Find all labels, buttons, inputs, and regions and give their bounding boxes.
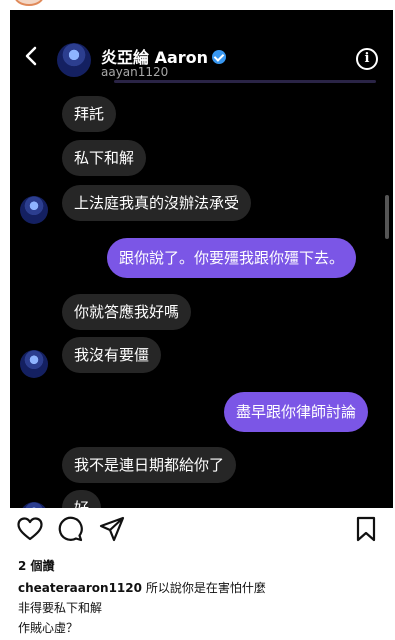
top-strip — [0, 0, 395, 8]
post-caption: cheateraaron1120 所以說你是在害怕什麼 非得要私下和解 作賊心虛… — [18, 578, 388, 638]
share-icon[interactable] — [98, 515, 126, 543]
message-outgoing[interactable]: 跟你說了。你要殭我跟你殭下去。 — [107, 238, 357, 278]
bookmark-icon[interactable] — [352, 515, 380, 543]
message-incoming[interactable]: 拜託 — [62, 96, 117, 132]
scrollbar[interactable] — [385, 195, 389, 239]
contact-avatar[interactable] — [57, 43, 91, 77]
contact-avatar-small — [20, 196, 48, 224]
contact-avatar-small — [20, 350, 48, 378]
caption-username[interactable]: cheateraaron1120 — [18, 581, 142, 595]
message-outgoing[interactable]: 盡早跟你律師討論 — [224, 392, 369, 432]
chat-header: 炎亞綸 Aaron aayan1120 i — [10, 20, 393, 80]
like-count[interactable]: 2 個讚 — [18, 557, 55, 574]
heart-icon[interactable] — [16, 515, 44, 543]
caption-text: 非得要私下和解 — [18, 601, 103, 615]
info-icon[interactable]: i — [356, 48, 378, 70]
verified-badge-icon — [212, 50, 227, 64]
message-incoming[interactable]: 上法庭我真的沒辦法承受 — [62, 185, 252, 221]
back-arrow-icon[interactable] — [20, 44, 44, 68]
contact-handle: aayan1120 — [101, 65, 169, 79]
caption-text: 所以說你是在害怕什麼 — [145, 581, 266, 595]
post-actions — [0, 515, 395, 547]
dm-screenshot: 炎亞綸 Aaron aayan1120 i 拜託 私下和解 上法庭我真的沒辦法承… — [10, 10, 393, 508]
comment-icon[interactable] — [56, 515, 84, 543]
contact-avatar-small — [20, 502, 48, 508]
message-incoming[interactable]: 私下和解 — [62, 140, 147, 176]
header-underline — [114, 80, 376, 83]
caption-text: 作賊心虛？ — [18, 621, 79, 635]
message-incoming[interactable]: 我不是連日期都給你了 — [62, 447, 237, 483]
message-incoming[interactable]: 好 — [62, 490, 102, 508]
message-incoming[interactable]: 你就答應我好嗎 — [62, 294, 192, 330]
message-incoming[interactable]: 我沒有要僵 — [62, 337, 162, 373]
